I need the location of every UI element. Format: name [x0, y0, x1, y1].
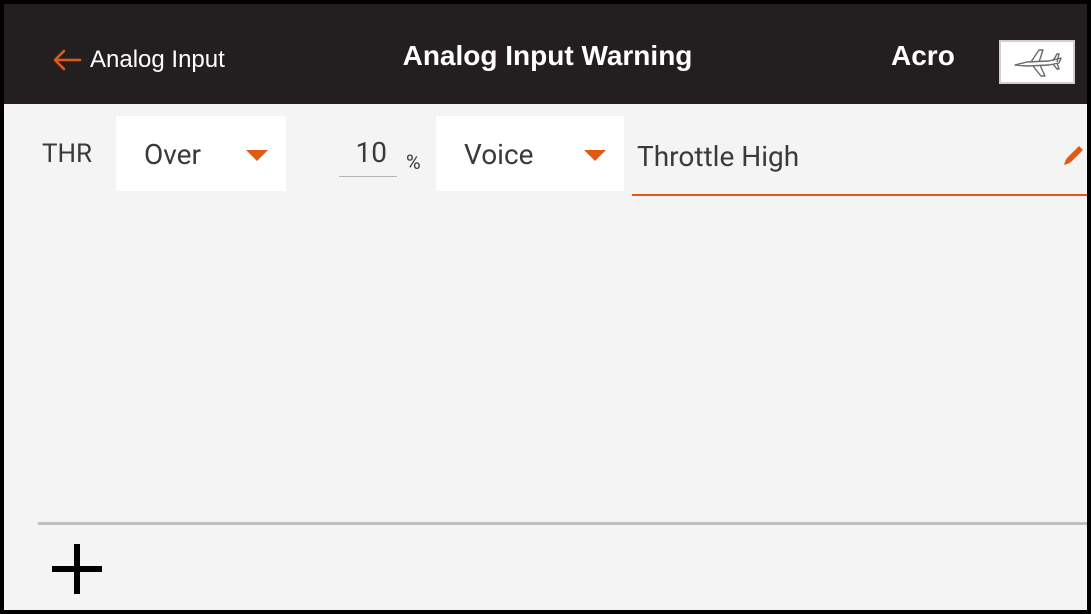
condition-value: Over: [144, 138, 201, 171]
screen: Analog Input Analog Input Warning Acro T…: [0, 0, 1091, 614]
divider: [38, 522, 1087, 525]
caret-down-icon: [584, 150, 606, 161]
alert-text-value: Throttle High: [637, 140, 800, 173]
back-label: Analog Input: [90, 46, 225, 73]
airplane-glyph: [1014, 49, 1062, 77]
alert-text-field[interactable]: Throttle High: [632, 128, 1087, 196]
warning-row: THR Over 10 % Voice Throttle High: [4, 104, 1087, 199]
channel-label: THR: [42, 139, 93, 169]
plus-icon[interactable]: [46, 538, 108, 600]
header-bar: Analog Input Analog Input Warning Acro: [4, 4, 1087, 104]
caret-down-icon: [246, 150, 268, 161]
alert-type-dropdown[interactable]: Voice: [436, 116, 624, 191]
threshold-unit: %: [406, 150, 421, 174]
airplane-icon[interactable]: [999, 40, 1075, 84]
arrow-left-icon: [53, 49, 82, 71]
threshold-input[interactable]: 10: [339, 136, 397, 177]
page-title: Analog Input Warning: [402, 40, 693, 71]
condition-dropdown[interactable]: Over: [116, 116, 286, 191]
back-button[interactable]: Analog Input: [52, 40, 225, 80]
pencil-icon[interactable]: [1059, 142, 1087, 170]
alert-type-value: Voice: [464, 138, 534, 171]
threshold-value: 10: [355, 136, 387, 169]
model-name: Acro: [891, 40, 955, 71]
